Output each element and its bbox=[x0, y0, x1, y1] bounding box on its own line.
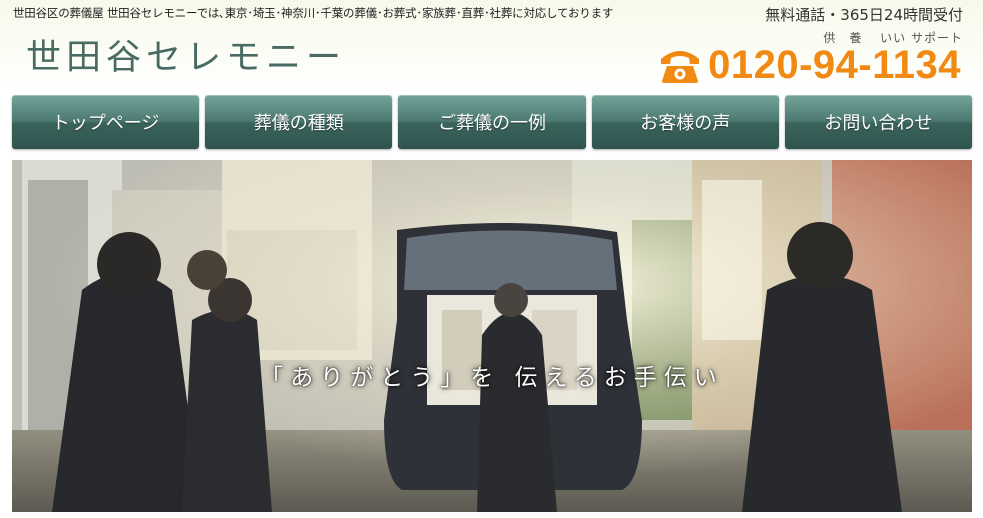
hero-caption: 「ありがとう」を 伝えるお手伝い bbox=[260, 365, 724, 391]
reception-hours: 無料通話・365日24時間受付 bbox=[765, 6, 963, 24]
hero-banner: 「ありがとう」を 伝えるお手伝い bbox=[12, 160, 972, 512]
nav-item-label: お客様の声 bbox=[640, 113, 731, 134]
nav-item-contact[interactable]: お問い合わせ bbox=[784, 95, 973, 149]
nav-item-funeral-example[interactable]: ご葬儀の一例 bbox=[398, 95, 586, 149]
nav-item-label: 葬儀の種類 bbox=[253, 113, 344, 134]
phone-contact[interactable]: 0120-94-1134 bbox=[658, 43, 961, 87]
phone-number[interactable]: 0120-94-1134 bbox=[708, 45, 961, 85]
main-navigation: トップページ 葬儀の種類 ご葬儀の一例 お客様の声 お問い合わせ bbox=[12, 95, 973, 149]
hero-photo bbox=[12, 160, 972, 512]
nav-item-label: お問い合わせ bbox=[824, 113, 933, 134]
nav-item-testimonials[interactable]: お客様の声 bbox=[591, 95, 779, 149]
site-header: 世田谷区の葬儀屋 世田谷セレモニーでは､東京･埼玉･神奈川･千葉の葬儀･お葬式･… bbox=[0, 0, 983, 92]
site-logo[interactable]: 世田谷セレモニー bbox=[26, 29, 346, 80]
telephone-icon bbox=[661, 51, 700, 83]
nav-item-label: ご葬儀の一例 bbox=[438, 113, 546, 134]
nav-item-top[interactable]: トップページ bbox=[12, 95, 200, 149]
header-tagline: 世田谷区の葬儀屋 世田谷セレモニーでは､東京･埼玉･神奈川･千葉の葬儀･お葬式･… bbox=[13, 6, 614, 20]
nav-item-funeral-types[interactable]: 葬儀の種類 bbox=[205, 95, 393, 149]
nav-item-label: トップページ bbox=[51, 113, 160, 134]
